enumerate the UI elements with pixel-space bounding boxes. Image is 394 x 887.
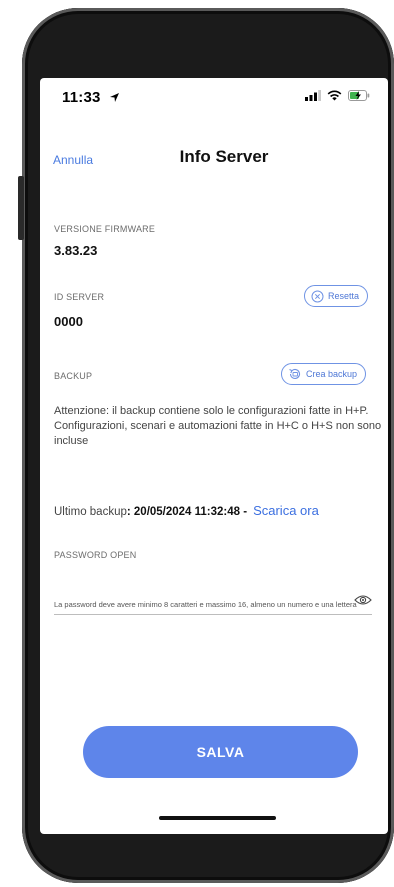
app-screen: 11:33 Annulla Info Server VERSIONE FIRMW… [40, 78, 388, 834]
location-arrow-icon [109, 93, 119, 102]
battery-charging-icon [348, 90, 370, 101]
password-hint: La password deve avere minimo 8 caratter… [54, 600, 357, 609]
backup-icon [289, 368, 301, 379]
backup-warning-text: Attenzione: il backup contiene solo le c… [54, 405, 382, 447]
status-time: 11:33 [62, 89, 120, 106]
close-circle-icon [311, 290, 324, 302]
nav-bar: Annulla Info Server [40, 140, 388, 170]
server-id-label: ID SERVER [54, 292, 105, 302]
time-text: 11:33 [62, 89, 101, 106]
home-indicator [159, 816, 276, 820]
backup-label: BACKUP [54, 371, 93, 381]
reset-button-label: Resetta [328, 291, 360, 301]
password-label: PASSWORD OPEN [54, 550, 137, 560]
last-backup-label: Ultimo backup [54, 506, 127, 518]
server-id-value: 0000 [54, 314, 83, 329]
reset-button[interactable]: Resetta [304, 285, 369, 307]
last-backup-date: : 20/05/2024 11:32:48 - [126, 506, 248, 518]
wifi-icon [327, 90, 342, 101]
create-backup-button[interactable]: Crea backup [281, 363, 367, 385]
last-backup-row: Ultimo backup: 20/05/2024 11:32:48 - Scar… [54, 503, 319, 518]
status-bar: 11:33 [40, 78, 388, 116]
firmware-label: VERSIONE FIRMWARE [54, 224, 156, 234]
signal-icon [305, 90, 321, 101]
download-now-link[interactable]: Scarica ora [253, 503, 319, 518]
phone-side-button [18, 176, 24, 240]
status-icons [305, 90, 370, 101]
page-title: Info Server [179, 147, 269, 166]
save-button[interactable]: SALVA [83, 726, 358, 778]
firmware-value: 3.83.23 [54, 243, 98, 258]
create-backup-label: Crea backup [306, 369, 358, 379]
